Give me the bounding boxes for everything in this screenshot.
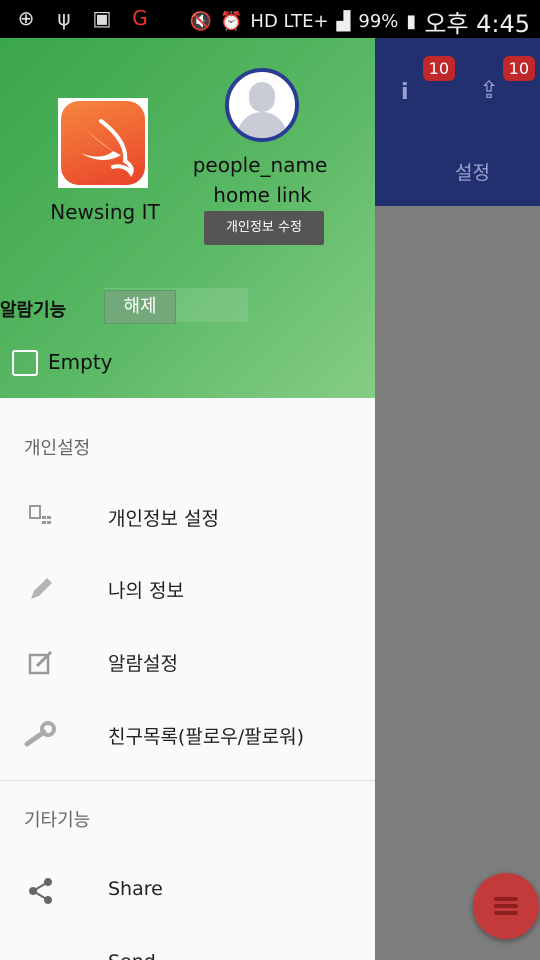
menu-label: Share bbox=[108, 878, 163, 900]
share-icon bbox=[24, 874, 58, 908]
info-badge: 10 bbox=[422, 56, 455, 81]
settings-tab[interactable]: 설정 bbox=[455, 158, 490, 185]
person-icon bbox=[249, 82, 275, 112]
menu-item-profile-settings[interactable]: 개인정보 설정 bbox=[0, 486, 375, 546]
send-icon bbox=[24, 947, 58, 960]
menu-label: 친구목록(팔로우/팔로워) bbox=[108, 726, 305, 748]
avatar[interactable] bbox=[225, 68, 299, 142]
menu-label: 개인정보 설정 bbox=[108, 508, 219, 530]
wrench-icon bbox=[24, 718, 58, 752]
menu-icon bbox=[494, 894, 518, 918]
profile-settings-icon bbox=[24, 500, 58, 534]
other-section-title: 기타기능 bbox=[24, 810, 91, 831]
alarm-label: 알람기능 bbox=[0, 300, 67, 321]
battery-percent: 99% bbox=[358, 11, 399, 32]
personal-section-title: 개인설정 bbox=[24, 438, 91, 459]
empty-label: Empty bbox=[48, 350, 113, 374]
menu-item-alarm-settings[interactable]: 알람설정 bbox=[0, 631, 375, 691]
info-button[interactable]: i 10 bbox=[395, 56, 455, 116]
divider bbox=[0, 780, 375, 781]
menu-label: 나의 정보 bbox=[108, 580, 184, 602]
edit-profile-button[interactable]: 개인정보 수정 bbox=[204, 211, 324, 245]
menu-item-share[interactable]: Share bbox=[0, 860, 375, 920]
org-name: Newsing IT bbox=[50, 200, 160, 224]
people-name: people_name bbox=[192, 153, 328, 177]
status-bar: ⊕ ψ ▣ G 🔇 ⏰ HD LTE+ ▟ 99% ▮ 오후 4:45 bbox=[0, 0, 540, 38]
alarm-icon: ⏰ bbox=[220, 11, 243, 32]
menu-item-send[interactable]: Send bbox=[0, 933, 375, 960]
upload-badge: 10 bbox=[502, 56, 535, 81]
pencil-icon bbox=[24, 572, 58, 606]
menu-label: 알람설정 bbox=[108, 653, 178, 675]
menu-label: Send bbox=[108, 951, 156, 960]
menu-fab[interactable] bbox=[473, 873, 539, 939]
menu-item-my-info[interactable]: 나의 정보 bbox=[0, 558, 375, 618]
alarm-toggle[interactable]: 해제 bbox=[104, 290, 176, 324]
drawer-header: Newsing IT people_name home link 개인정보 수정… bbox=[0, 38, 375, 398]
notification-icons: ⊕ ψ ▣ G bbox=[14, 6, 152, 30]
info-icon: i bbox=[401, 80, 409, 105]
empty-checkbox[interactable] bbox=[12, 350, 38, 376]
system-indicators: 🔇 ⏰ HD LTE+ ▟ 99% ▮ 오후 4:45 bbox=[190, 4, 530, 39]
navigation-drawer: Newsing IT people_name home link 개인정보 수정… bbox=[0, 38, 375, 960]
usb-icon: ψ bbox=[57, 6, 71, 30]
home-link[interactable]: home link bbox=[185, 183, 340, 207]
network-label: HD LTE+ bbox=[250, 11, 329, 32]
upload-icon: ⇪ bbox=[479, 76, 500, 104]
battery-icon: ▮ bbox=[406, 11, 417, 32]
mute-icon: 🔇 bbox=[189, 11, 212, 32]
clock: 오후 4:45 bbox=[424, 10, 530, 38]
image-icon: ▣ bbox=[92, 6, 112, 30]
upload-button[interactable]: ⇪ 10 bbox=[475, 56, 535, 116]
app-notification-icon: G bbox=[132, 6, 148, 30]
menu-item-friends-list[interactable]: 친구목록(팔로우/팔로워) bbox=[0, 704, 375, 764]
edit-box-icon bbox=[24, 645, 58, 679]
app-logo bbox=[58, 98, 148, 188]
swift-bird-icon bbox=[61, 101, 145, 185]
signal-icon: ▟ bbox=[336, 11, 351, 32]
add-icon: ⊕ bbox=[17, 6, 35, 30]
